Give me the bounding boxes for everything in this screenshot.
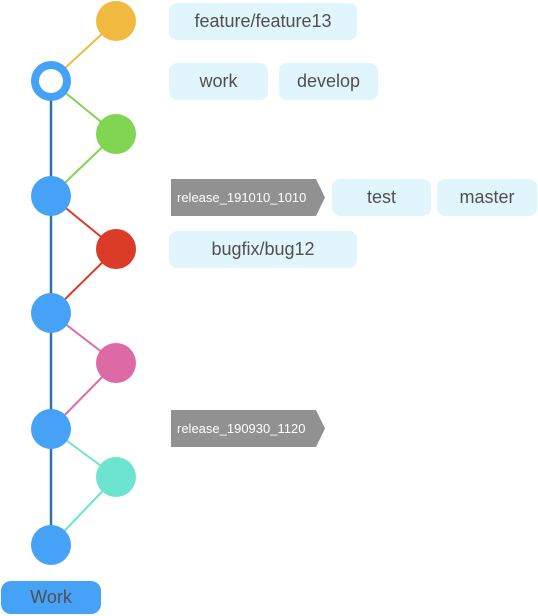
branch-commit-node[interactable] — [96, 1, 136, 41]
main-commit-node[interactable] — [31, 176, 71, 216]
release-tag-190930[interactable]: release_190930_1120 — [171, 410, 325, 447]
branch-commit-node[interactable] — [96, 229, 136, 269]
main-commit-node[interactable] — [31, 293, 71, 333]
branch-commit-node[interactable] — [96, 343, 136, 383]
branch-tag-work[interactable]: work — [169, 63, 268, 100]
branch-tag-bugfix[interactable]: bugfix/bug12 — [169, 231, 357, 268]
commit-graph — [31, 1, 136, 565]
branch-tag-master[interactable]: master — [437, 179, 537, 216]
current-commit-node[interactable] — [31, 61, 71, 101]
main-commit-node[interactable] — [31, 525, 71, 565]
branch-commit-node[interactable] — [96, 457, 136, 497]
branch-tag-test[interactable]: test — [332, 179, 431, 216]
branch-tag-develop[interactable]: develop — [279, 63, 378, 100]
branch-commit-node[interactable] — [96, 114, 136, 154]
release-tag-191010[interactable]: release_191010_1010 — [171, 179, 325, 216]
main-commit-node[interactable] — [31, 409, 71, 449]
work-button[interactable]: Work — [1, 581, 101, 614]
branch-tag-feature[interactable]: feature/feature13 — [169, 3, 357, 40]
